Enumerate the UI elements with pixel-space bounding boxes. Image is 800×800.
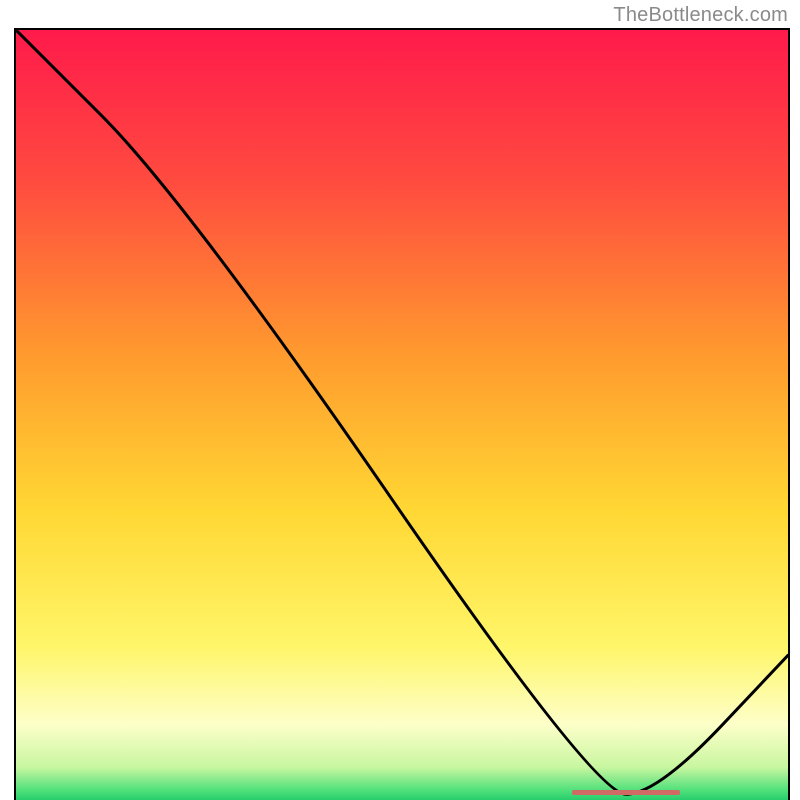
optimal-range-marker [572,790,680,795]
chart-container: TheBottleneck.com [0,0,800,800]
plot-area [14,28,790,800]
bottleneck-curve [16,30,788,800]
watermark-text: TheBottleneck.com [613,4,788,27]
